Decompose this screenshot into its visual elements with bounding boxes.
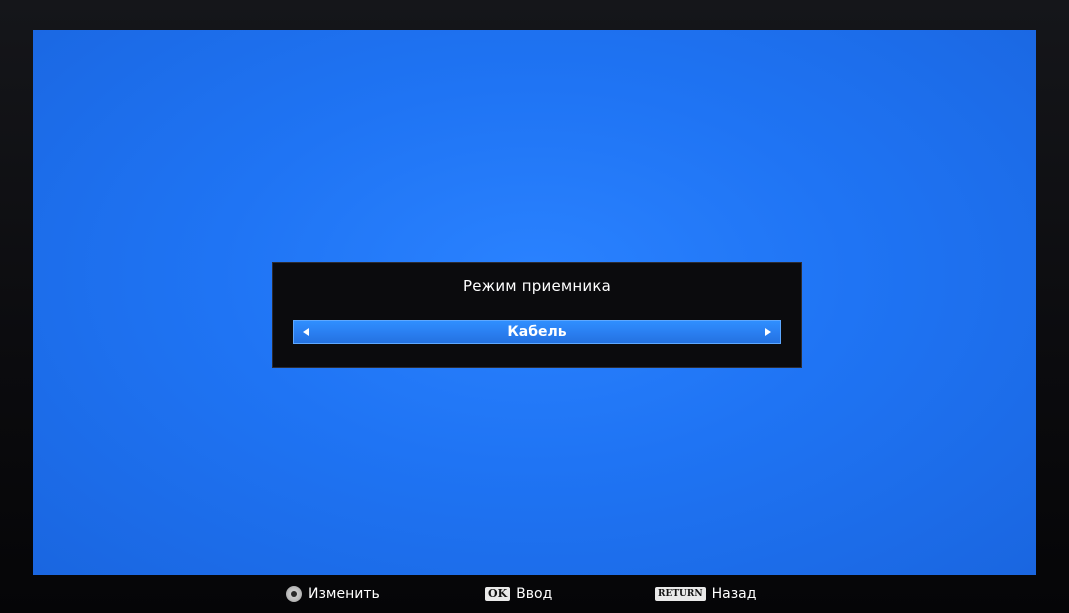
dpad-icon (286, 586, 302, 602)
arrow-right-icon[interactable] (765, 328, 771, 336)
hint-back: RETURN Назад (655, 586, 756, 602)
hint-back-label: Назад (711, 586, 757, 602)
hint-change-label: Изменить (308, 586, 380, 602)
dialog-title: Режим приемника (462, 277, 612, 295)
receiver-mode-selector[interactable]: Кабель (293, 320, 781, 344)
hint-enter-label: Ввод (516, 586, 553, 602)
selector-value: Кабель (507, 324, 567, 340)
hint-change: Изменить (286, 586, 380, 602)
receiver-mode-dialog: Режим приемника Кабель (272, 262, 802, 368)
tv-bezel: Режим приемника Кабель Изменить OK Ввод … (0, 0, 1069, 613)
ok-key-badge: OK (485, 587, 511, 601)
hint-enter: OK Ввод (485, 586, 552, 602)
footer-hints: Изменить OK Ввод RETURN Назад (0, 578, 1069, 613)
return-key-badge: RETURN (655, 587, 706, 601)
